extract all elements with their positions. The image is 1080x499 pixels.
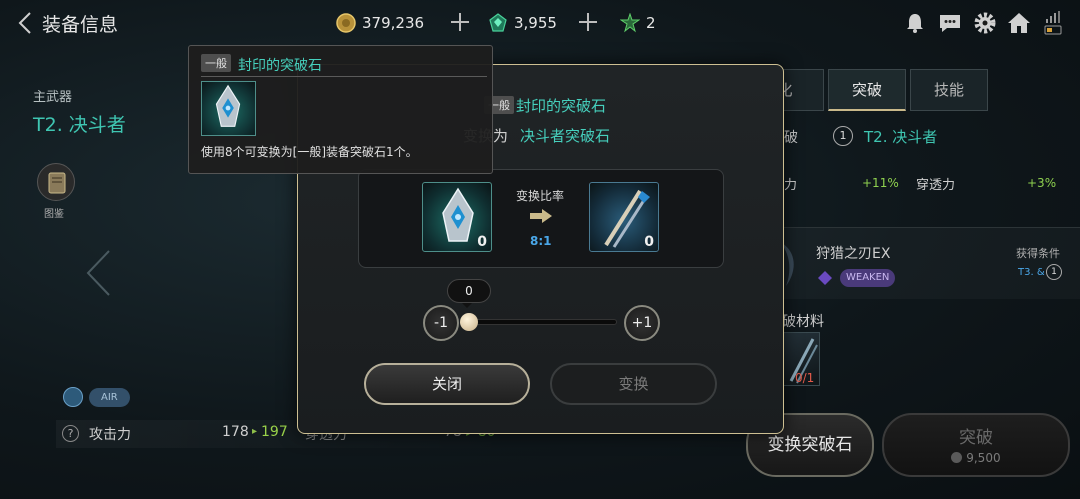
requirement-label: 获得条件	[1016, 247, 1060, 260]
bonus-right-label: 穿透力	[916, 178, 956, 193]
add-gold-button[interactable]	[448, 10, 472, 34]
tooltip-grade-chip: 一般	[201, 54, 231, 72]
add-gem-button[interactable]	[576, 10, 600, 34]
bonus-left-value: +11%	[862, 176, 899, 190]
weaken-badge: WEAKEN	[840, 269, 896, 287]
attack-label: 攻击力	[89, 427, 131, 443]
material-count: 0/1	[795, 371, 815, 385]
codex-label: 图鉴	[44, 209, 64, 220]
decrement-button[interactable]: -1	[423, 305, 459, 341]
tier-badge: 1	[833, 126, 853, 146]
tooltip-divider	[201, 76, 487, 77]
green-gem-icon	[489, 13, 507, 32]
gold-amount: 379,236	[362, 14, 425, 32]
close-button[interactable]: 关闭	[364, 363, 530, 405]
codex-button[interactable]	[37, 163, 75, 201]
top-bar: 装备信息 379,236 3,955 2	[0, 0, 1080, 46]
source-item-name: 封印的突破石	[516, 97, 607, 115]
breakthrough-cost: 9,500	[884, 451, 1068, 465]
prev-weapon-arrow[interactable]	[84, 248, 114, 298]
help-icon[interactable]: ?	[62, 425, 79, 442]
increment-button[interactable]: +1	[624, 305, 660, 341]
sealed-stone-icon	[215, 84, 241, 127]
gold-coin-icon	[336, 13, 356, 33]
gem-amount: 3,955	[514, 14, 557, 32]
debuff-icon	[818, 271, 832, 285]
slot-label: 主武器	[33, 90, 73, 105]
break-target-name: T2. 决斗者	[864, 128, 938, 146]
bonus-left-label: 力	[784, 178, 798, 193]
quantity-slider-thumb[interactable]	[460, 313, 478, 331]
home-icon[interactable]	[1006, 10, 1032, 36]
book-icon	[48, 172, 66, 194]
increase-arrow-icon: ▸	[252, 426, 258, 437]
target-item-slot[interactable]: 0	[589, 182, 659, 252]
tab-breakthrough[interactable]: 突破	[828, 69, 906, 111]
break-row-label: 破	[784, 130, 798, 146]
green-emblem-icon	[620, 13, 640, 33]
tooltip-description: 使用8个可变换为[一般]装备突破石1个。	[201, 145, 418, 159]
requirement-value: T3. &	[1018, 267, 1045, 278]
equipment-name: 狩猎之刃EX	[816, 246, 891, 262]
slider-value-bubble: 0	[447, 279, 491, 308]
bell-icon[interactable]	[902, 10, 928, 36]
chat-icon[interactable]	[937, 10, 963, 36]
ticket-amount: 2	[646, 14, 656, 32]
gold-counter: 379,236	[336, 11, 424, 35]
quantity-slider-track[interactable]	[463, 319, 617, 325]
attribute-badge: AIR	[89, 388, 130, 407]
coin-icon	[951, 452, 963, 463]
tooltip-item-icon	[201, 81, 256, 136]
gear-icon[interactable]	[972, 10, 998, 36]
source-count: 0	[477, 234, 487, 250]
bonus-right-value: +3%	[1027, 176, 1057, 190]
ratio-label: 变换比率	[516, 189, 565, 203]
weapon-name: T2. 决斗者	[33, 114, 126, 136]
tab-skills[interactable]: 技能	[910, 69, 988, 111]
ticket-counter: 2	[620, 11, 656, 35]
convert-target-name: 决斗者突破石	[520, 127, 611, 145]
target-count: 0	[644, 234, 654, 250]
tooltip-item-name: 封印的突破石	[238, 58, 322, 74]
page-title: 装备信息	[42, 14, 119, 36]
right-arrow-icon	[530, 209, 552, 223]
source-item-slot[interactable]: 0	[422, 182, 492, 252]
materials-label: 破材料	[782, 314, 824, 330]
attack-new-value: 197	[261, 424, 288, 440]
requirement-tier-badge: 1	[1046, 264, 1062, 280]
breakthrough-label: 突破	[959, 428, 993, 448]
back-arrow-icon[interactable]	[16, 11, 36, 35]
air-attribute-icon	[63, 387, 83, 407]
ratio-value: 8:1	[530, 234, 552, 248]
convert-button[interactable]: 变换	[550, 363, 717, 405]
gem-counter: 3,955	[488, 11, 557, 35]
signal-battery-icon	[1044, 11, 1062, 35]
equipment-card[interactable]	[770, 227, 1080, 299]
attack-value: 178	[222, 424, 249, 440]
breakthrough-button[interactable]: 突破 9,500	[882, 413, 1070, 477]
